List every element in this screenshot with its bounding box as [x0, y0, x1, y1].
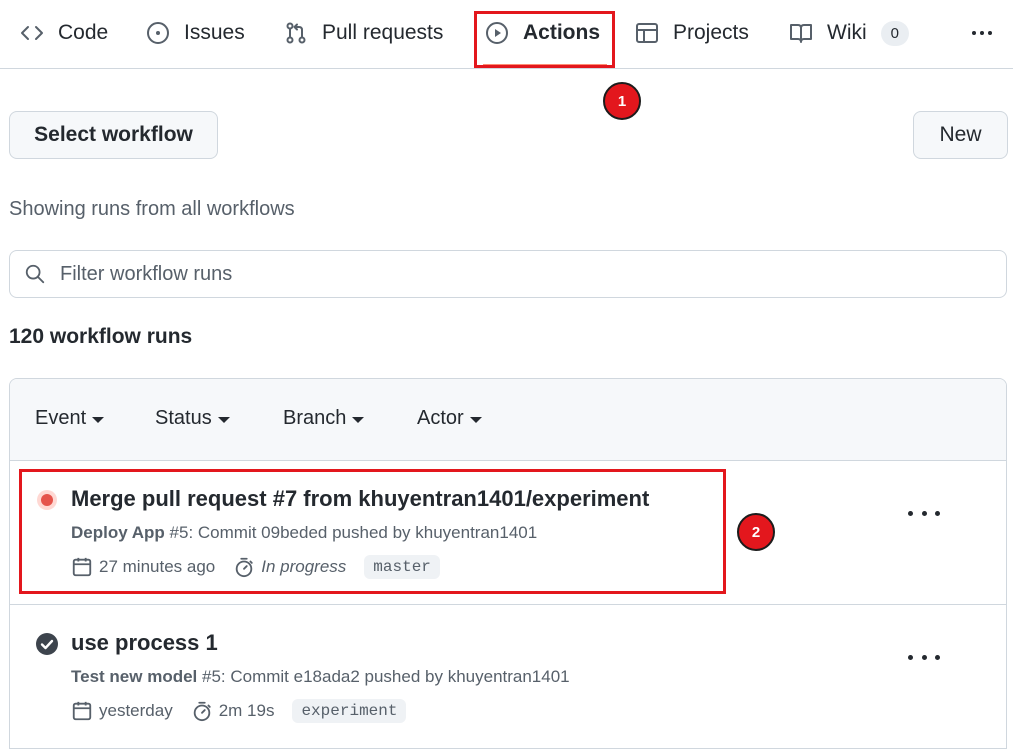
calendar-icon [72, 701, 92, 721]
caret-down-icon [352, 416, 365, 423]
run-branch-label[interactable]: experiment [292, 699, 407, 723]
run-meta: 27 minutes ago In progress master [71, 555, 440, 579]
run-time: yesterday [99, 701, 173, 720]
run-description: Test new model #5: Commit e18ada2 pushed… [71, 667, 570, 687]
tab-actions[interactable]: Actions [485, 0, 600, 66]
table-icon [636, 23, 658, 43]
tab-code[interactable]: Code [20, 0, 108, 66]
workflow-run-row[interactable]: Merge pull request #7 from khuyentran140… [10, 461, 1006, 605]
code-icon [21, 26, 43, 40]
more-tabs-button[interactable] [970, 0, 994, 66]
stopwatch-icon [236, 557, 253, 578]
repo-nav: Code Issues Pull requests Actions Projec… [0, 0, 1013, 69]
caret-down-icon [92, 416, 105, 423]
run-commit-detail: #5: Commit 09beded pushed by khuyentran1… [164, 523, 538, 542]
run-meta: yesterday 2m 19s experiment [71, 699, 407, 723]
in-progress-status-icon [37, 490, 57, 510]
runs-subtitle: Showing runs from all workflows [9, 198, 295, 220]
dot-icon [935, 654, 940, 660]
tab-pull-requests[interactable]: Pull requests [284, 0, 443, 66]
active-tab-underline [483, 64, 607, 67]
play-icon [486, 22, 508, 44]
runs-filter-bar: Event Status Branch Actor [10, 379, 1006, 461]
tab-wiki[interactable]: Wiki 0 [789, 0, 909, 66]
event-filter-label: Event [35, 407, 87, 429]
run-time: 27 minutes ago [99, 557, 216, 576]
actor-filter-label: Actor [417, 407, 464, 429]
actor-filter-button[interactable]: Actor [417, 407, 482, 430]
run-commit-detail: #5: Commit e18ada2 pushed by khuyentran1… [197, 667, 570, 686]
check-circle-icon [36, 633, 58, 655]
calendar-icon [72, 557, 92, 577]
issue-icon [147, 22, 169, 44]
tab-issues[interactable]: Issues [146, 0, 245, 66]
dot-icon [921, 654, 927, 660]
run-workflow-name: Deploy App [71, 523, 165, 542]
pull-request-icon [286, 22, 306, 44]
branch-filter-button[interactable]: Branch [283, 407, 365, 430]
branch-filter-label: Branch [283, 407, 347, 429]
wiki-counter: 0 [880, 20, 909, 46]
dot-icon [908, 654, 913, 660]
new-workflow-button[interactable]: New [913, 111, 1008, 159]
annotation-marker-2: 2 [737, 513, 775, 551]
runs-count: 120 workflow runs [9, 325, 193, 348]
runs-list: Event Status Branch Actor Merge pull req… [9, 378, 1007, 749]
run-title[interactable]: use process 1 [71, 630, 218, 656]
tab-projects-label: Projects [673, 21, 749, 44]
run-description: Deploy App #5: Commit 09beded pushed by … [71, 523, 537, 543]
tab-wiki-label: Wiki [827, 21, 867, 44]
workflow-run-row[interactable]: use process 1 Test new model #5: Commit … [10, 605, 1006, 749]
tab-projects[interactable]: Projects [635, 0, 749, 66]
select-workflow-button[interactable]: Select workflow [9, 111, 218, 159]
event-filter-button[interactable]: Event [35, 407, 105, 430]
run-duration: 2m 19s [218, 701, 275, 720]
filter-runs-field[interactable] [9, 250, 1007, 298]
kebab-horizontal-icon [972, 31, 992, 35]
annotation-marker-1: 1 [603, 82, 641, 120]
status-filter-button[interactable]: Status [155, 407, 230, 430]
tab-issues-label: Issues [184, 21, 245, 44]
run-branch-label[interactable]: master [364, 555, 440, 579]
dot-icon [908, 510, 913, 516]
dot-icon [935, 510, 940, 516]
run-options-button[interactable] [908, 503, 940, 523]
book-icon [790, 24, 812, 43]
tab-code-label: Code [58, 21, 109, 44]
run-duration: In progress [261, 557, 347, 576]
filter-runs-input[interactable] [60, 262, 960, 286]
run-title[interactable]: Merge pull request #7 from khuyentran140… [71, 486, 649, 512]
dot-icon [921, 510, 927, 516]
stopwatch-icon [193, 701, 211, 722]
tab-pull-requests-label: Pull requests [322, 21, 444, 44]
run-workflow-name: Test new model [71, 667, 198, 686]
tab-actions-label: Actions [523, 21, 601, 44]
caret-down-icon [217, 416, 230, 423]
search-icon [25, 264, 45, 284]
caret-down-icon [469, 416, 482, 423]
status-filter-label: Status [155, 407, 212, 429]
run-options-button[interactable] [908, 647, 940, 667]
